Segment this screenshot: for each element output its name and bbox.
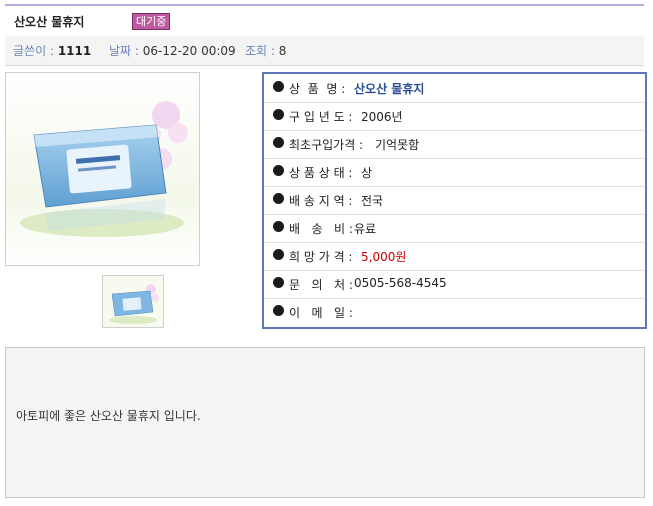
views-meta: 조회 : 8 [245, 42, 286, 59]
product-info-box: 상 품 명 : 산오산 물휴지 구 입 년 도 : 2006년 최초구입가격 :… [262, 72, 647, 329]
info-row-original-price: 최초구입가격 : 기억못함 [264, 130, 645, 159]
author-value: 1111 [57, 44, 92, 58]
views-label: 조회 : [245, 44, 275, 58]
info-label: 구 입 년 도 : [289, 110, 353, 124]
description-text: 아토피에 좋은 산오산 물휴지 입니다. [16, 409, 201, 423]
description-box: 아토피에 좋은 산오산 물휴지 입니다. [5, 347, 645, 498]
info-value-shipping-area: 전국 [361, 194, 384, 208]
info-label: 상 품 명 : [289, 82, 346, 96]
info-value-original-price: 기억못함 [375, 138, 420, 152]
bullet-icon [273, 137, 284, 148]
bullet-icon [273, 81, 284, 92]
title-bar: 산오산 물휴지 대기중 [5, 6, 644, 36]
bullet-icon [273, 221, 284, 232]
info-label: 배 송 비 : [289, 222, 353, 236]
info-row-shipping-area: 배 송 지 역 : 전국 [264, 186, 645, 215]
info-label: 최초구입가격 : [289, 138, 364, 152]
date-label: 날짜 : [109, 44, 139, 58]
views-value: 8 [278, 44, 287, 58]
product-thumbnail[interactable] [102, 275, 164, 328]
post-meta: 글쓴이 : 1111 날짜 : 06-12-20 00:09 조회 : 8 [5, 36, 644, 66]
info-value-product-name: 산오산 물휴지 [354, 82, 425, 96]
bullet-icon [273, 277, 284, 288]
bullet-icon [273, 249, 284, 260]
info-row-shipping-fee: 배 송 비 : 유료 [264, 214, 645, 243]
bullet-icon [273, 305, 284, 316]
info-row-product-name: 상 품 명 : 산오산 물휴지 [264, 74, 645, 103]
info-row-email: 이 메 일 : [264, 298, 645, 326]
info-row-condition: 상 품 상 태 : 상 [264, 158, 645, 187]
info-label: 이 메 일 : [289, 306, 353, 320]
info-row-purchase-year: 구 입 년 도 : 2006년 [264, 102, 645, 131]
info-value-desired-price: 5,000원 [361, 250, 407, 264]
info-value-contact: 0505-568-4545 [354, 276, 447, 290]
info-value-condition: 상 [361, 166, 373, 180]
info-row-contact: 문 의 처 : 0505-568-4545 [264, 270, 645, 299]
date-meta: 날짜 : 06-12-20 00:09 [109, 42, 236, 59]
date-value: 06-12-20 00:09 [142, 44, 236, 58]
bullet-icon [273, 165, 284, 176]
info-value-purchase-year: 2006년 [361, 110, 403, 124]
product-photo[interactable] [5, 72, 200, 266]
page-title: 산오산 물휴지 [14, 15, 85, 29]
status-badge: 대기중 [132, 13, 171, 30]
author-meta: 글쓴이 : 1111 [13, 42, 91, 59]
bullet-icon [273, 193, 284, 204]
info-label: 상 품 상 태 : [289, 166, 353, 180]
info-value-shipping-fee: 유료 [354, 222, 377, 236]
info-row-desired-price: 희 망 가 격 : 5,000원 [264, 242, 645, 271]
author-label: 글쓴이 : [13, 44, 54, 58]
bullet-icon [273, 109, 284, 120]
info-label: 희 망 가 격 : [289, 250, 353, 264]
info-label: 배 송 지 역 : [289, 194, 353, 208]
wet-tissue-box-thumbnail-icon [103, 276, 163, 327]
info-label: 문 의 처 : [289, 278, 353, 292]
wet-tissue-box-photo-icon [6, 73, 199, 265]
